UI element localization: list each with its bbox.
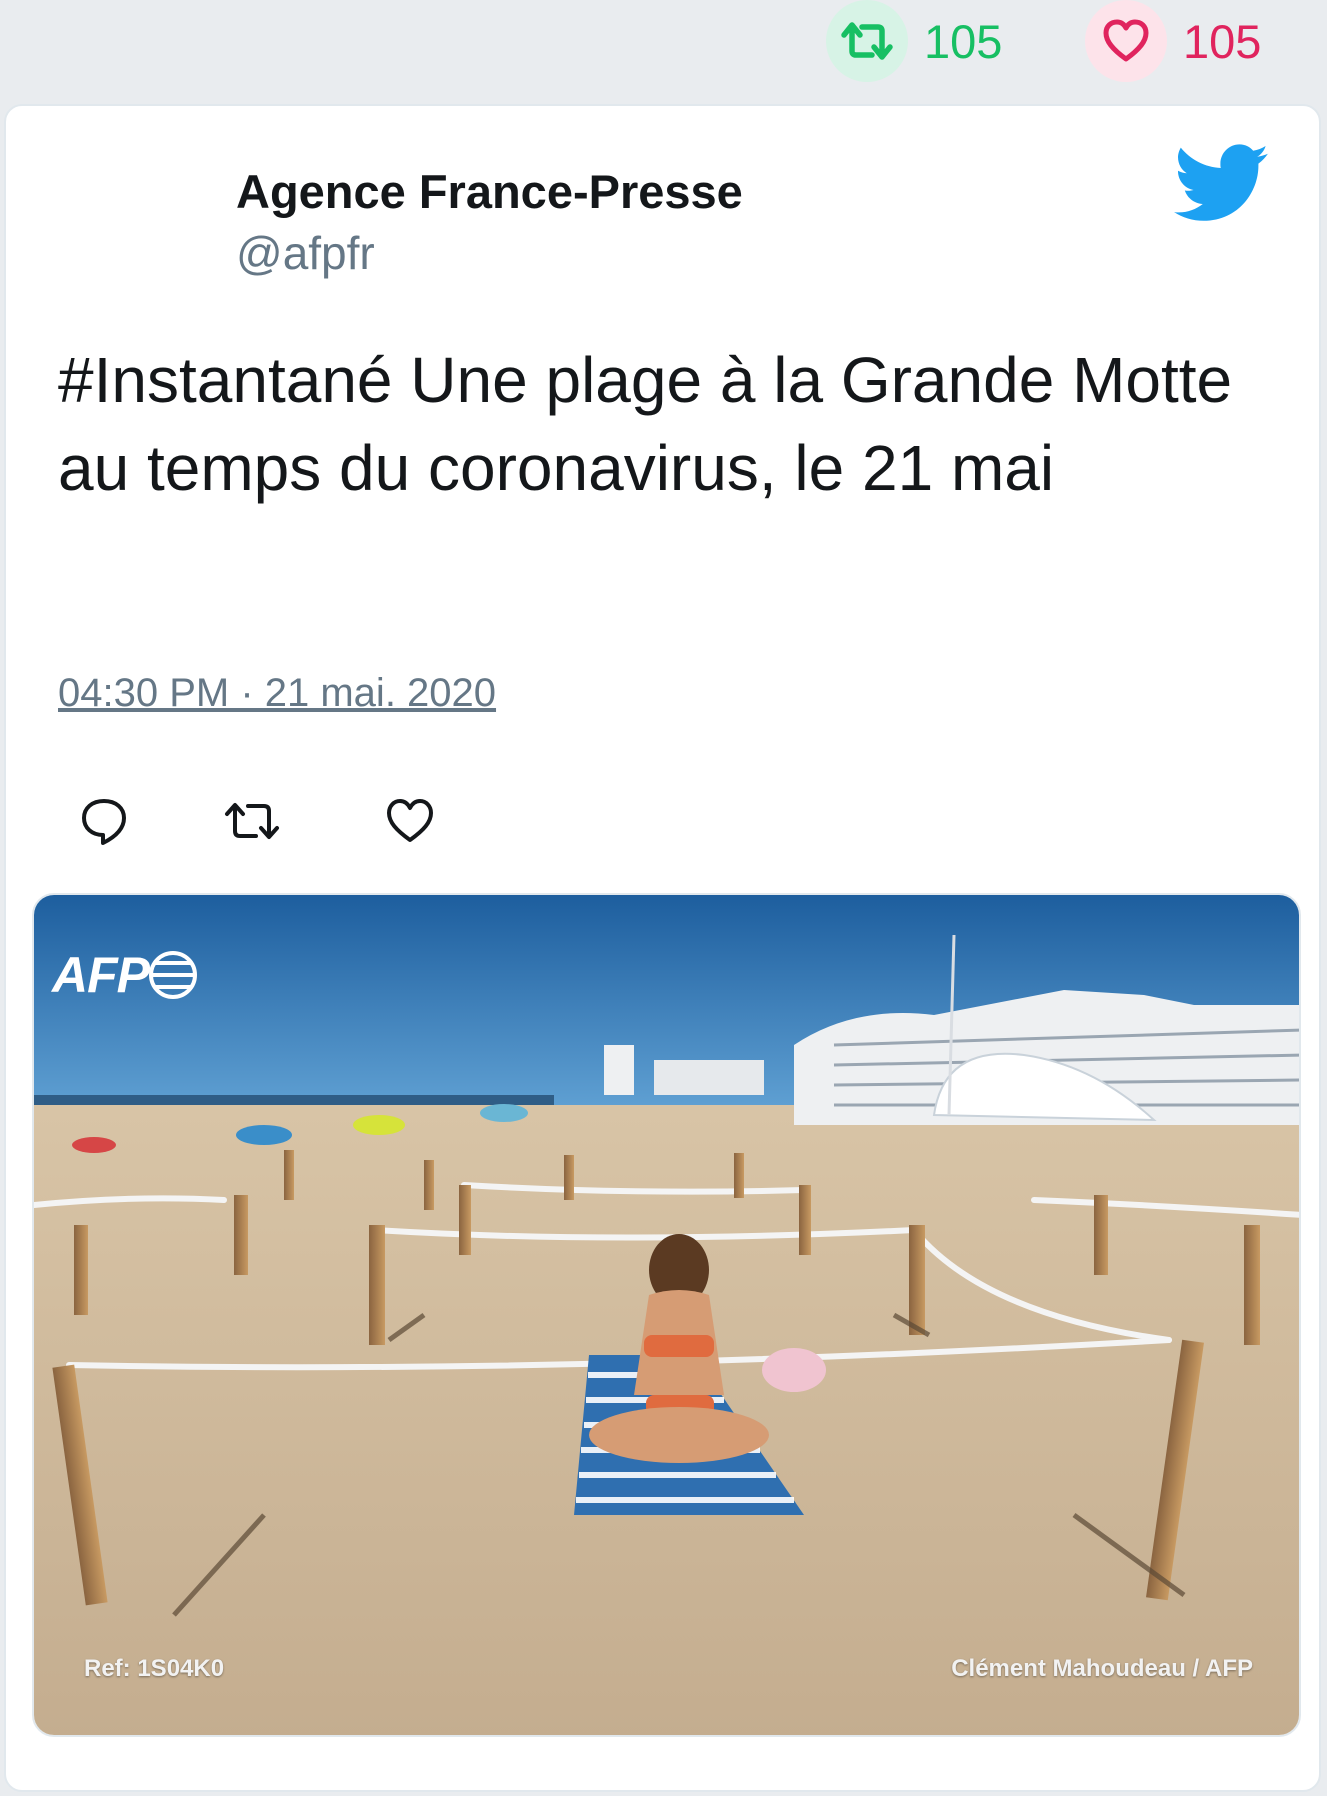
tweet-photo[interactable]: AFP Ref: 1S04K0 Clément Mahoudeau / AFP xyxy=(32,893,1301,1737)
like-stat[interactable]: 105 xyxy=(1085,0,1261,82)
retweet-stat[interactable]: 105 xyxy=(826,0,1002,82)
top-stats-bar: 105 105 xyxy=(0,0,1327,100)
twitter-bird-icon[interactable] xyxy=(1174,144,1270,224)
like-count: 105 xyxy=(1183,14,1262,68)
like-icon xyxy=(387,799,433,842)
afp-logo-text: AFP xyxy=(52,947,150,1003)
beach-photo xyxy=(34,895,1299,1735)
afp-logo: AFP xyxy=(52,945,197,1005)
author-name[interactable]: Agence France-Presse xyxy=(236,164,743,219)
retweet-icon xyxy=(225,803,279,839)
photo-credit: Clément Mahoudeau / AFP xyxy=(951,1655,1253,1682)
reply-button[interactable] xyxy=(74,791,134,851)
reply-icon xyxy=(82,799,126,845)
globe-icon xyxy=(149,951,197,999)
like-button[interactable] xyxy=(380,791,440,851)
retweet-button[interactable] xyxy=(222,791,282,851)
retweet-count: 105 xyxy=(924,14,1003,68)
photo-ref: Ref: 1S04K0 xyxy=(84,1655,225,1682)
tweet-timestamp[interactable]: 04:30 PM · 21 mai. 2020 xyxy=(58,671,496,716)
tweet-text: #Instantané Une plage à la Grande Motte … xyxy=(58,344,1233,504)
tweet-card: Agence France-Presse @afpfr #Instantané … xyxy=(4,104,1321,1792)
author-handle[interactable]: @afpfr xyxy=(236,226,375,280)
like-stat-icon[interactable] xyxy=(1085,0,1167,82)
retweet-stat-icon[interactable] xyxy=(826,0,908,82)
